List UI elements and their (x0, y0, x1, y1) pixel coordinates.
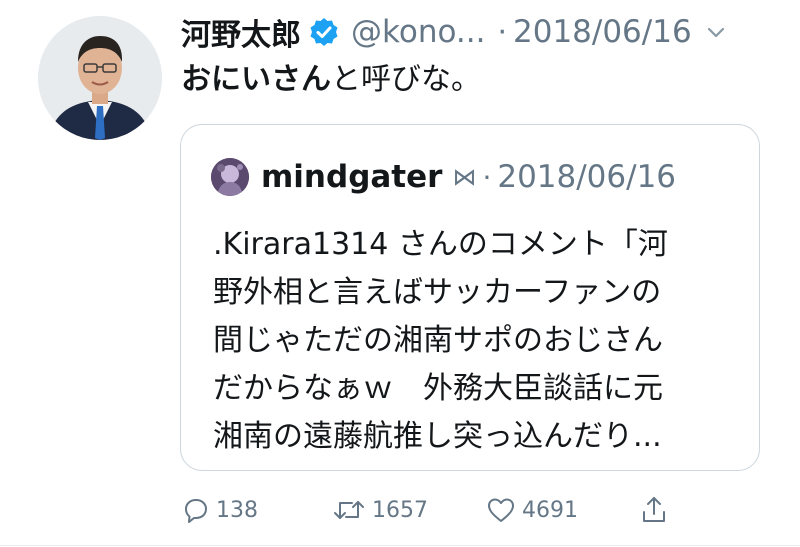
quoted-text-line: 野外相と言えばサッカーファンの (213, 275, 662, 310)
quoted-header-separator: · (482, 160, 492, 194)
author-handle[interactable]: @kono... (351, 14, 485, 50)
bottom-divider (0, 545, 800, 546)
tweet-date[interactable]: 2018/06/16 (513, 14, 692, 50)
share-button[interactable] (640, 488, 668, 532)
quoted-tweet-header: mindgater ⋈ · 2018/06/16 (211, 155, 676, 199)
retweet-button[interactable]: 1657 (332, 488, 428, 532)
chevron-down-icon[interactable] (706, 22, 726, 42)
reply-count: 138 (216, 497, 258, 523)
reply-icon (182, 496, 210, 524)
like-button[interactable]: 4691 (486, 488, 578, 532)
share-icon (640, 495, 668, 525)
tweet-text: おにいさんと呼びな。 (181, 58, 481, 102)
tweet-text-rest: と呼びな。 (331, 62, 481, 97)
quoted-text-line: 湘南の遠藤航推し突っ込んだり... (213, 419, 662, 454)
reply-button[interactable]: 138 (182, 488, 258, 532)
quoted-author-avatar (211, 158, 249, 196)
retweet-count: 1657 (372, 497, 428, 523)
heart-icon (486, 496, 516, 524)
retweet-icon (332, 496, 366, 524)
quoted-tweet-text: .Kirara1314 さんのコメント「河 野外相と言えばサッカーファンの 間じ… (213, 221, 743, 461)
tweet-actions: 138 1657 4691 (0, 488, 800, 532)
author-avatar[interactable] (38, 16, 162, 140)
quoted-author-name: mindgater (261, 159, 443, 195)
quoted-text-line: 間じゃただの湘南サポのおじさん (213, 323, 663, 358)
like-count: 4691 (522, 497, 578, 523)
quoted-text-line: .Kirara1314 さんのコメント「河 (213, 227, 668, 262)
quoted-author-mark: ⋈ (452, 163, 477, 191)
header-separator: · (497, 14, 507, 50)
tweet-text-bold: おにいさん (181, 62, 331, 97)
quoted-tweet-card[interactable]: mindgater ⋈ · 2018/06/16 .Kirara1314 さんの… (180, 124, 760, 471)
tweet-header: 河野太郎 @kono... · 2018/06/16 (181, 10, 781, 54)
author-display-name[interactable]: 河野太郎 (181, 10, 301, 54)
verified-badge-icon (309, 17, 339, 47)
quoted-tweet-date: 2018/06/16 (497, 159, 677, 195)
quoted-text-line: だからなぁｗ 外務大臣談話に元 (213, 371, 663, 406)
